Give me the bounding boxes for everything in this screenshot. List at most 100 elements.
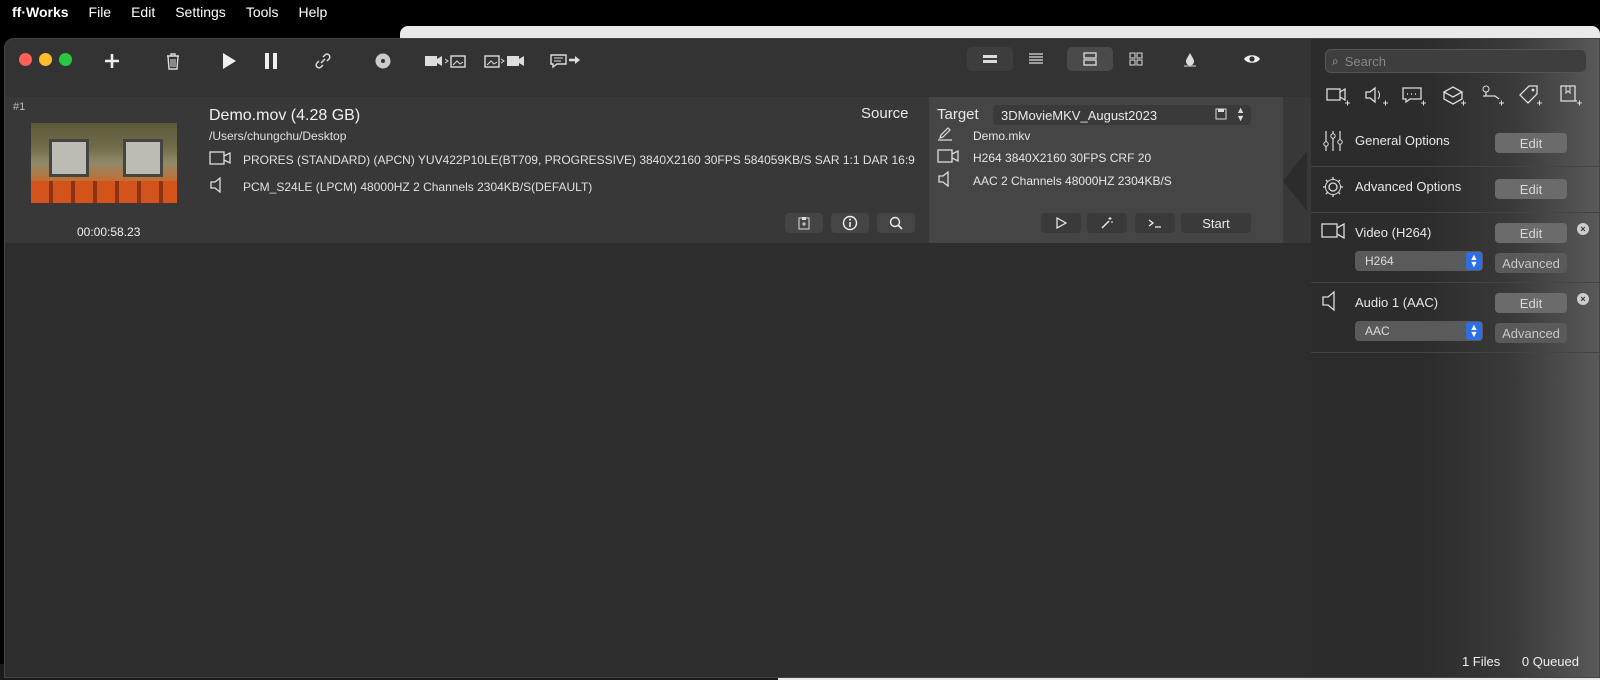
- pause-icon[interactable]: [261, 47, 281, 75]
- speaker-icon: [209, 176, 233, 196]
- view-detail-icon: [1083, 52, 1097, 66]
- target-preset-select[interactable]: 3DMovieMKV_August2023 ▲ ▼: [993, 105, 1251, 125]
- target-audio-row: AAC 2 Channels 48000HZ 2304KB/S: [937, 170, 1172, 190]
- add-subtitle-icon[interactable]: [1401, 83, 1427, 109]
- menu-settings[interactable]: Settings: [175, 4, 226, 20]
- view-grid-button[interactable]: [1113, 47, 1159, 71]
- source-audio-text: PCM_S24LE (LPCM) 48000HZ 2 Channels 2304…: [243, 179, 593, 194]
- gear-icon: [1321, 175, 1345, 199]
- target-audio-text: AAC 2 Channels 48000HZ 2304KB/S: [973, 173, 1172, 188]
- play-outline-icon: [1056, 217, 1067, 229]
- add-metadata-icon[interactable]: [1517, 83, 1543, 109]
- video-to-image-icon[interactable]: [423, 47, 467, 75]
- advanced-options-label: Advanced Options: [1355, 179, 1462, 194]
- chevron-updown-icon: ▲ ▼: [1236, 105, 1245, 123]
- search-placeholder: Search: [1344, 53, 1386, 69]
- target-video-row: H264 3840X2160 30FPS CRF 20: [937, 149, 1151, 166]
- start-button[interactable]: Start: [1181, 213, 1251, 233]
- view-compact-button[interactable]: [967, 47, 1013, 71]
- video-codec-value: H264: [1365, 254, 1394, 268]
- target-filename-row[interactable]: Demo.mkv: [937, 127, 1030, 144]
- source-video-info: PRORES (STANDARD) (APCN) YUV422P10LE(BT7…: [209, 151, 915, 168]
- general-options-edit-button[interactable]: Edit: [1495, 133, 1567, 153]
- add-video-icon[interactable]: [1325, 83, 1351, 109]
- remove-audio-icon[interactable]: ×: [1577, 293, 1589, 305]
- source-label: Source: [861, 105, 909, 122]
- job-number: #1: [13, 101, 26, 113]
- general-options-section: General Options Edit: [1311, 121, 1599, 167]
- chevron-updown-icon: ▲ ▼: [1466, 322, 1482, 340]
- add-audio-icon[interactable]: [1363, 83, 1389, 109]
- audio-edit-button[interactable]: Edit: [1495, 293, 1567, 313]
- add-attachment-icon[interactable]: [1479, 83, 1505, 109]
- panel-pointer: [1283, 151, 1307, 211]
- status-bar: 1 Files 0 Queued: [1444, 654, 1579, 669]
- target-panel: Target 3DMovieMKV_August2023 ▲ ▼ Demo.mkv…: [929, 97, 1283, 243]
- subtitle-export-icon[interactable]: [549, 47, 583, 75]
- menu-help[interactable]: Help: [299, 4, 328, 20]
- link-icon[interactable]: [313, 47, 333, 75]
- trash-icon[interactable]: [163, 47, 183, 75]
- target-video-text: H264 3840X2160 30FPS CRF 20: [973, 150, 1152, 165]
- audio-codec-select[interactable]: AAC ▲ ▼: [1355, 321, 1483, 341]
- menu-edit[interactable]: Edit: [131, 4, 155, 20]
- audio-stream-label: Audio 1 (AAC): [1355, 295, 1439, 310]
- video-stream-section: Video (H264) Edit × H264 ▲ ▼ Advanced: [1311, 213, 1599, 283]
- options-sidebar: ⌕ Search General Options Edit Advanced O…: [1311, 39, 1599, 677]
- status-files: 1 Files: [1461, 654, 1501, 669]
- video-camera-icon: [1321, 219, 1345, 243]
- speaker-icon: [937, 170, 961, 190]
- video-edit-button[interactable]: Edit: [1495, 223, 1567, 243]
- preview-button[interactable]: [1229, 47, 1275, 71]
- general-options-label: General Options: [1355, 133, 1450, 148]
- clipboard-button[interactable]: [785, 213, 823, 233]
- speaker-icon: [1321, 289, 1345, 313]
- advanced-options-section: Advanced Options Edit: [1311, 167, 1599, 213]
- eye-icon: [1244, 55, 1260, 63]
- add-icon[interactable]: [101, 47, 123, 75]
- main-window: #1 00:00:58.23 Demo.mov (4.28 GB) /Users…: [4, 38, 1600, 678]
- save-preset-icon[interactable]: [1215, 108, 1227, 123]
- menu-tools[interactable]: Tools: [246, 4, 279, 20]
- add-chapter-icon[interactable]: [1441, 83, 1467, 109]
- view-compact-icon: [983, 55, 997, 63]
- magnifier-icon: [889, 216, 903, 230]
- zoom-window-button[interactable]: [59, 53, 72, 66]
- preview-play-button[interactable]: [1041, 213, 1081, 233]
- add-stream-icons: [1325, 83, 1595, 113]
- target-label: Target: [937, 106, 979, 123]
- image-to-video-icon[interactable]: [483, 47, 527, 75]
- close-window-button[interactable]: [19, 53, 32, 66]
- disc-icon[interactable]: [373, 47, 393, 75]
- video-codec-select[interactable]: H264 ▲ ▼: [1355, 251, 1483, 271]
- source-audio-info: PCM_S24LE (LPCM) 48000HZ 2 Channels 2304…: [209, 176, 593, 196]
- search-field[interactable]: ⌕ Search: [1325, 49, 1587, 73]
- info-button[interactable]: [831, 213, 869, 233]
- advanced-options-edit-button[interactable]: Edit: [1495, 179, 1567, 199]
- view-list-icon: [1029, 53, 1043, 64]
- view-detail-button[interactable]: [1067, 47, 1113, 71]
- video-advanced-button[interactable]: Advanced: [1495, 253, 1567, 273]
- play-icon[interactable]: [219, 47, 239, 75]
- menu-file[interactable]: File: [89, 4, 112, 20]
- ffworks-logo-icon: ⌕: [1332, 53, 1339, 68]
- magic-wand-button[interactable]: [1087, 213, 1127, 233]
- terminal-button[interactable]: [1135, 213, 1175, 233]
- minimize-window-button[interactable]: [39, 53, 52, 66]
- audio-codec-value: AAC: [1365, 324, 1390, 338]
- target-filename: Demo.mkv: [973, 128, 1031, 143]
- info-icon: [842, 215, 858, 231]
- video-thumbnail: [31, 123, 177, 203]
- view-list-button[interactable]: [1013, 47, 1059, 71]
- source-file-path: /Users/chungchu/Desktop: [209, 129, 347, 143]
- audio-advanced-button[interactable]: Advanced: [1495, 323, 1567, 343]
- search-media-button[interactable]: [877, 213, 915, 233]
- source-file-title: Demo.mov (4.28 GB): [209, 107, 361, 124]
- video-camera-icon: [937, 149, 961, 166]
- drop-button[interactable]: [1167, 47, 1213, 71]
- menu-app-name[interactable]: ff·Works: [12, 4, 69, 20]
- add-book-icon[interactable]: [1557, 83, 1583, 109]
- remove-video-icon[interactable]: ×: [1577, 223, 1589, 235]
- chevron-updown-icon: ▲ ▼: [1466, 252, 1482, 270]
- menu-bar: ff·Works File Edit Settings Tools Help: [0, 0, 1600, 24]
